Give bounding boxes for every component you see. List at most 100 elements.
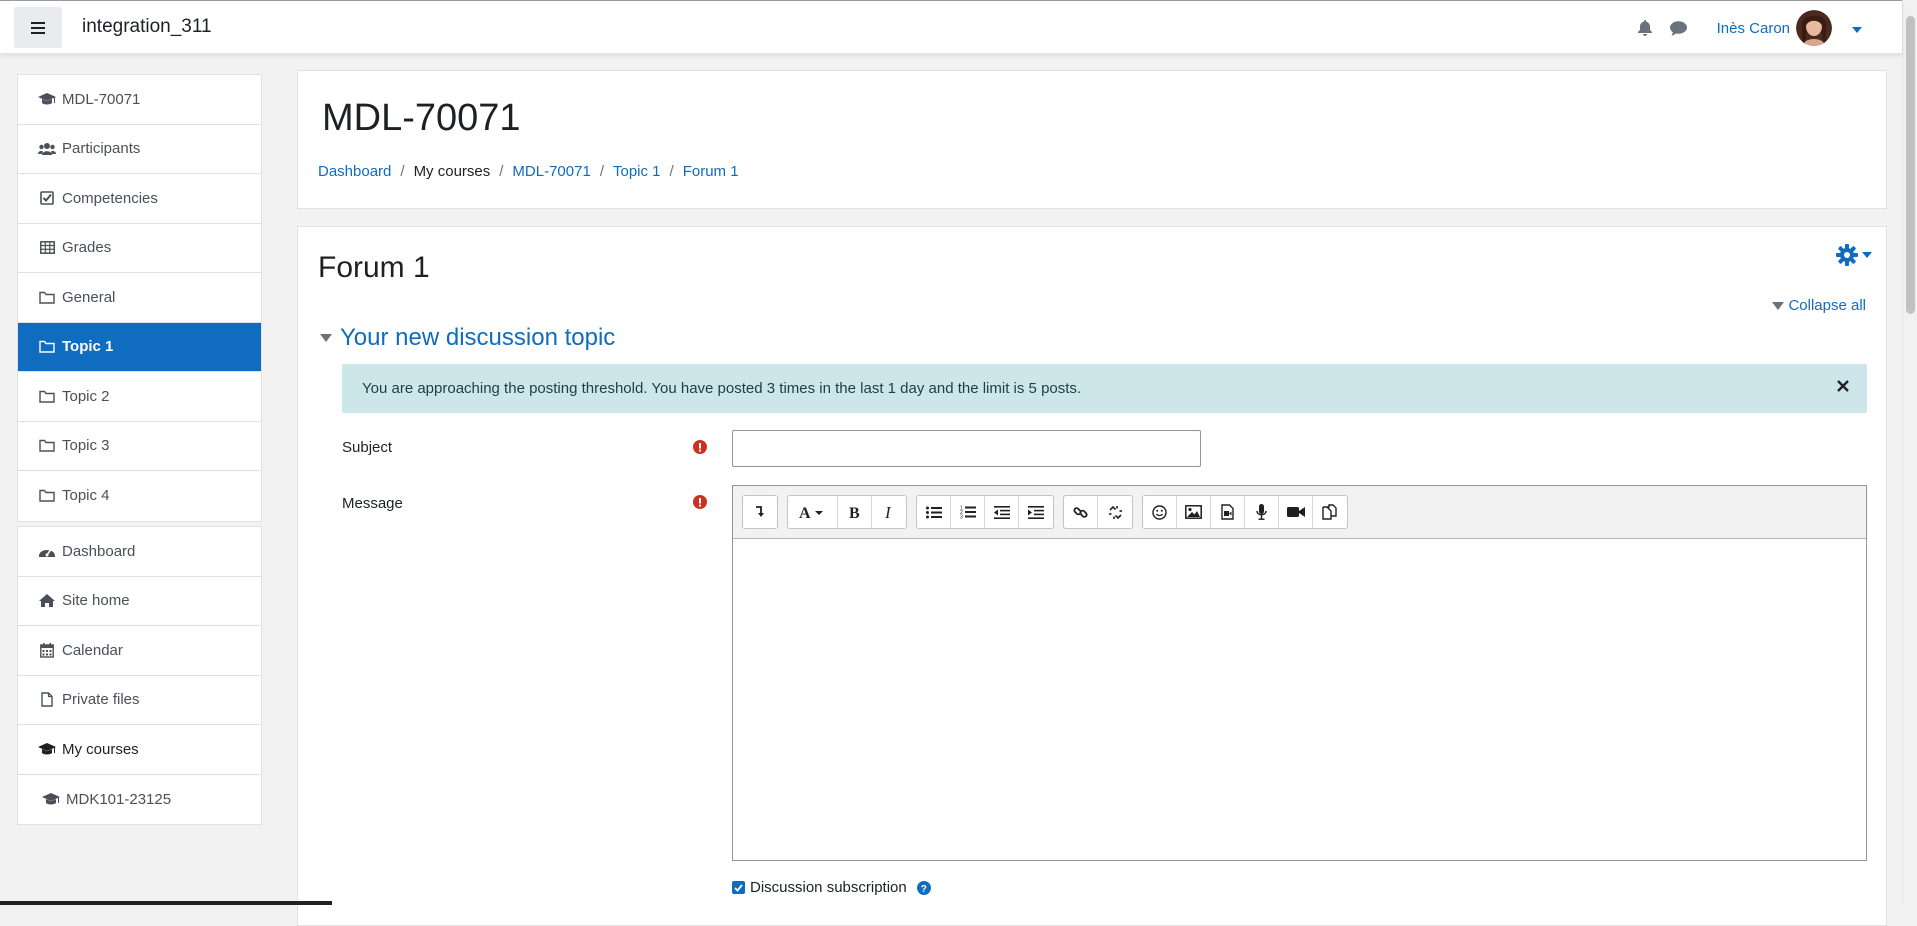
subscription-checkbox[interactable] — [732, 881, 745, 894]
site-name[interactable]: integration_311 — [82, 16, 212, 38]
sidebar-item-label: Private files — [62, 691, 140, 709]
avatar[interactable] — [1796, 10, 1832, 46]
graduation-cap-icon — [42, 791, 60, 807]
ordered-list-icon[interactable]: 123 — [951, 496, 985, 528]
sidebar-item-label: Grades — [62, 239, 112, 257]
breadcrumb-separator: / — [599, 163, 604, 180]
bottom-bar — [0, 901, 332, 905]
nav-drawer: MDL-70071 Participants Competencies Grad… — [0, 54, 282, 905]
italic-icon[interactable]: I — [872, 496, 906, 528]
page-header: MDL-70071 Dashboard / My courses / MDL-7… — [297, 70, 1887, 209]
sidebar-item-private-files[interactable]: Private files — [18, 676, 261, 725]
home-icon — [38, 593, 56, 609]
tachometer-icon — [38, 543, 56, 559]
sidebar-item-topic-2[interactable]: Topic 2 — [18, 372, 261, 422]
sidebar-item-topic-3[interactable]: Topic 3 — [18, 422, 261, 471]
link-icon[interactable] — [1064, 496, 1098, 528]
subject-input[interactable] — [732, 430, 1201, 467]
user-menu-name[interactable]: Inès Caron — [1717, 20, 1790, 37]
sidebar-item-label: Participants — [62, 140, 141, 158]
alert-message: You are approaching the posting threshol… — [362, 380, 1082, 397]
sidebar-item-general[interactable]: General — [18, 273, 261, 323]
indent-icon[interactable] — [1019, 496, 1053, 528]
outdent-icon[interactable] — [985, 496, 1019, 528]
calendar-icon — [38, 642, 56, 658]
media-icon[interactable] — [1211, 496, 1245, 528]
activity-title: Forum 1 — [318, 251, 430, 284]
check-square-icon — [38, 190, 56, 206]
sidebar-item-mdk101-23125[interactable]: MDK101-23125 — [18, 775, 261, 825]
bold-icon[interactable]: B — [838, 496, 872, 528]
sidebar-item-participants[interactable]: Participants — [18, 125, 261, 174]
sidebar-item-my-courses[interactable]: My courses — [18, 725, 261, 775]
main-content: Forum 1 Collapse all Your new discussion… — [297, 226, 1887, 926]
table-icon — [38, 240, 56, 256]
course-nav-block: MDL-70071 Participants Competencies Grad… — [17, 74, 262, 522]
required-icon — [693, 495, 707, 513]
sidebar-item-label: Calendar — [62, 641, 123, 659]
collapse-all-label[interactable]: Collapse all — [1788, 297, 1866, 314]
sidebar-item-label: Topic 3 — [62, 437, 110, 455]
help-icon[interactable]: ? — [916, 880, 931, 895]
editor-toolbar: A B I 123 — [733, 486, 1866, 539]
settings-menu-button[interactable] — [1836, 244, 1872, 266]
sidebar-item-dashboard[interactable]: Dashboard — [18, 527, 261, 577]
breadcrumb-course[interactable]: MDL-70071 — [512, 163, 590, 180]
sidebar-item-competencies[interactable]: Competencies — [18, 174, 261, 224]
svg-text:B: B — [849, 505, 860, 519]
gear-icon — [1836, 244, 1858, 266]
collapse-all-link[interactable]: Collapse all — [1772, 297, 1866, 314]
section-title[interactable]: Your new discussion topic — [340, 324, 615, 352]
paragraph-styles-icon[interactable]: A — [788, 496, 838, 528]
svg-text:I: I — [884, 505, 892, 519]
svg-text:A: A — [799, 505, 811, 519]
breadcrumb-forum[interactable]: Forum 1 — [683, 163, 739, 180]
messages-comment-icon[interactable] — [1669, 20, 1687, 36]
caret-down-icon — [320, 334, 332, 342]
posting-threshold-alert: You are approaching the posting threshol… — [342, 364, 1867, 413]
sidebar-item-course[interactable]: MDL-70071 — [18, 75, 261, 125]
scrollbar-thumb[interactable] — [1906, 16, 1915, 314]
toolbar-group-collapse — [742, 495, 778, 529]
menu-toggle-button[interactable] — [14, 7, 62, 48]
users-icon — [38, 141, 56, 157]
unlink-icon[interactable] — [1098, 496, 1132, 528]
sidebar-item-label: Topic 2 — [62, 387, 110, 405]
page-scrollbar[interactable] — [1902, 0, 1917, 905]
svg-text:?: ? — [921, 884, 927, 895]
folder-icon — [38, 289, 56, 305]
breadcrumb-separator: / — [400, 163, 405, 180]
unordered-list-icon[interactable] — [917, 496, 951, 528]
manage-files-icon[interactable] — [1313, 496, 1347, 528]
toolbar-group-list: 123 — [916, 495, 1054, 529]
sidebar-item-calendar[interactable]: Calendar — [18, 626, 261, 676]
required-icon — [693, 440, 707, 458]
subscription-label[interactable]: Discussion subscription — [750, 879, 907, 896]
sidebar-item-label: Dashboard — [62, 542, 136, 560]
sidebar-item-label: Topic 4 — [62, 487, 110, 505]
close-icon[interactable] — [1837, 379, 1849, 396]
microphone-icon[interactable] — [1245, 496, 1279, 528]
video-camera-icon[interactable] — [1279, 496, 1313, 528]
notifications-bell-icon[interactable] — [1637, 20, 1652, 36]
toolbar-group-style: A B I — [787, 495, 907, 529]
caret-down-icon — [1772, 301, 1785, 310]
image-icon[interactable] — [1177, 496, 1211, 528]
emoticon-icon[interactable] — [1143, 496, 1177, 528]
site-nav-block: Dashboard Site home Calendar Private fil… — [17, 526, 262, 825]
folder-icon — [38, 388, 56, 404]
show-more-buttons-icon[interactable] — [743, 496, 777, 528]
sidebar-item-label: Site home — [62, 592, 130, 610]
folder-icon — [38, 339, 56, 355]
breadcrumb-dashboard[interactable]: Dashboard — [318, 163, 391, 180]
sidebar-item-site-home[interactable]: Site home — [18, 577, 261, 626]
user-menu-caret-icon[interactable] — [1852, 20, 1862, 37]
sidebar-item-grades[interactable]: Grades — [18, 224, 261, 273]
sidebar-item-topic-4[interactable]: Topic 4 — [18, 471, 261, 521]
sidebar-item-topic-1[interactable]: Topic 1 — [18, 322, 261, 372]
hamburger-icon — [31, 21, 45, 34]
breadcrumb-topic[interactable]: Topic 1 — [613, 163, 661, 180]
section-header-toggle[interactable]: Your new discussion topic — [320, 324, 615, 352]
message-textarea[interactable] — [733, 539, 1866, 860]
file-icon — [38, 692, 56, 708]
